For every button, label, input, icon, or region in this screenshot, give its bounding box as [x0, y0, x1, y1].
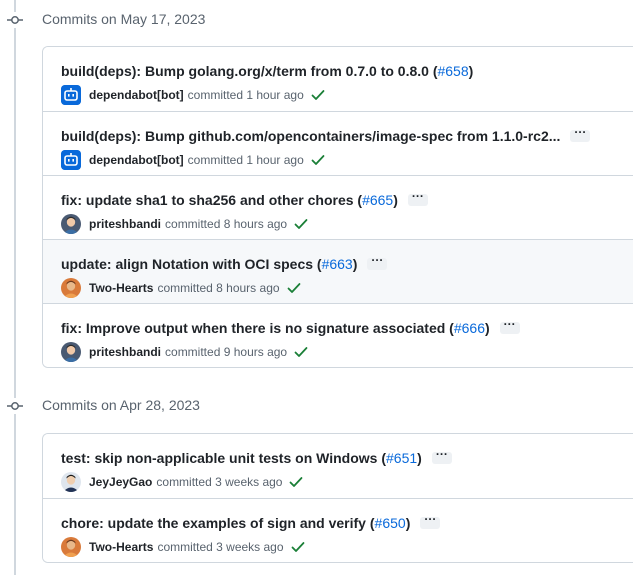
relative-time[interactable]: 9 hours ago	[224, 345, 287, 359]
commit-title-close: )	[405, 515, 411, 531]
relative-time[interactable]: 3 weeks ago	[215, 475, 282, 489]
avatar[interactable]	[61, 278, 81, 298]
pull-request-link[interactable]: #663	[322, 256, 353, 272]
commit-row[interactable]: fix: Improve output when there is no sig…	[43, 303, 633, 367]
relative-time[interactable]: 1 hour ago	[246, 153, 303, 167]
check-icon[interactable]	[290, 539, 306, 555]
commit-title-close: )	[352, 256, 358, 272]
timeline-line	[14, 0, 16, 575]
commit-meta: dependabot[bot] committed 1 hour ago	[61, 150, 326, 170]
commit-action: committed	[156, 475, 212, 489]
commit-meta: JeyJeyGao committed 3 weeks ago	[61, 472, 304, 492]
commit-message: update: align Notation with OCI specs (#…	[61, 253, 388, 272]
check-icon[interactable]	[310, 152, 326, 168]
commit-row[interactable]: test: skip non-applicable unit tests on …	[43, 434, 633, 498]
commit-title-close: )	[393, 192, 398, 208]
commit-meta: priteshbandi committed 8 hours ago	[61, 214, 309, 234]
pull-request-link[interactable]: #665	[362, 192, 393, 208]
commit-row[interactable]: build(deps): Bump github.com/opencontain…	[43, 111, 633, 175]
kebab-horizontal-icon[interactable]	[570, 125, 591, 142]
commit-message: chore: update the examples of sign and v…	[61, 512, 441, 531]
commit-action: committed	[165, 345, 221, 359]
author-link[interactable]: priteshbandi	[89, 217, 161, 231]
commit-title-link[interactable]: fix: update sha1 to sha256 and other cho…	[61, 192, 362, 208]
commit-title-close: )	[485, 320, 490, 336]
commit-action: committed	[165, 217, 221, 231]
kebab-horizontal-icon[interactable]	[367, 253, 388, 270]
commit-row[interactable]: update: align Notation with OCI specs (#…	[43, 239, 633, 303]
pull-request-link[interactable]: #666	[454, 320, 485, 336]
commit-title-link[interactable]: test: skip non-applicable unit tests on …	[61, 450, 386, 466]
commit-row[interactable]: build(deps): Bump golang.org/x/term from…	[43, 47, 633, 111]
commit-message: build(deps): Bump golang.org/x/term from…	[61, 63, 473, 79]
commit-message: test: skip non-applicable unit tests on …	[61, 447, 452, 466]
relative-time[interactable]: 8 hours ago	[224, 217, 287, 231]
commit-title-close: )	[468, 63, 474, 79]
commit-title-link[interactable]: build(deps): Bump github.com/opencontain…	[61, 128, 560, 144]
commit-message: build(deps): Bump github.com/opencontain…	[61, 125, 591, 144]
commit-title-close: )	[417, 450, 422, 466]
pull-request-link[interactable]: #650	[375, 515, 406, 531]
kebab-horizontal-icon[interactable]	[407, 189, 428, 206]
avatar[interactable]	[61, 214, 81, 234]
relative-time[interactable]: 8 hours ago	[216, 281, 279, 295]
commit-title-link[interactable]: fix: Improve output when there is no sig…	[61, 320, 454, 336]
check-icon[interactable]	[310, 87, 326, 103]
author-link[interactable]: Two-Hearts	[89, 281, 153, 295]
git-commit-icon	[7, 12, 23, 28]
commit-action: committed	[187, 153, 244, 167]
commit-meta: Two-Hearts committed 8 hours ago	[61, 278, 302, 298]
git-commit-icon	[7, 398, 23, 414]
pull-request-link[interactable]: #651	[386, 450, 417, 466]
avatar[interactable]	[61, 537, 81, 557]
commit-action: committed	[157, 281, 213, 295]
avatar[interactable]	[61, 150, 81, 170]
check-icon[interactable]	[286, 280, 302, 296]
commit-list: test: skip non-applicable unit tests on …	[42, 433, 633, 563]
avatar[interactable]	[61, 85, 81, 105]
author-link[interactable]: dependabot[bot]	[89, 153, 184, 167]
commit-meta: dependabot[bot] committed 1 hour ago	[61, 85, 326, 105]
author-link[interactable]: Two-Hearts	[89, 540, 153, 554]
commit-message: fix: Improve output when there is no sig…	[61, 317, 520, 336]
kebab-horizontal-icon[interactable]	[499, 317, 520, 334]
check-icon[interactable]	[293, 216, 309, 232]
relative-time[interactable]: 1 hour ago	[246, 88, 303, 102]
avatar[interactable]	[61, 472, 81, 492]
commit-group-title: Commits on May 17, 2023	[42, 11, 206, 27]
commit-row[interactable]: chore: update the examples of sign and v…	[43, 498, 633, 562]
commit-meta: priteshbandi committed 9 hours ago	[61, 342, 309, 362]
commit-meta: Two-Hearts committed 3 weeks ago	[61, 537, 306, 557]
check-icon[interactable]	[293, 344, 309, 360]
pull-request-link[interactable]: #658	[437, 63, 468, 79]
commit-action: committed	[187, 88, 244, 102]
commit-title-link[interactable]: update: align Notation with OCI specs (	[61, 256, 322, 272]
relative-time[interactable]: 3 weeks ago	[216, 540, 283, 554]
author-link[interactable]: dependabot[bot]	[89, 88, 184, 102]
commit-action: committed	[157, 540, 213, 554]
commit-list: build(deps): Bump golang.org/x/term from…	[42, 46, 633, 368]
author-link[interactable]: JeyJeyGao	[89, 475, 152, 489]
avatar[interactable]	[61, 342, 81, 362]
kebab-horizontal-icon[interactable]	[431, 447, 452, 464]
commit-row[interactable]: fix: update sha1 to sha256 and other cho…	[43, 175, 633, 239]
check-icon[interactable]	[288, 474, 304, 490]
author-link[interactable]: priteshbandi	[89, 345, 161, 359]
commit-title-link[interactable]: chore: update the examples of sign and v…	[61, 515, 375, 531]
commit-title-link[interactable]: build(deps): Bump golang.org/x/term from…	[61, 63, 437, 79]
commit-message: fix: update sha1 to sha256 and other cho…	[61, 189, 428, 208]
kebab-horizontal-icon[interactable]	[420, 512, 441, 529]
commit-group-title: Commits on Apr 28, 2023	[42, 397, 200, 413]
